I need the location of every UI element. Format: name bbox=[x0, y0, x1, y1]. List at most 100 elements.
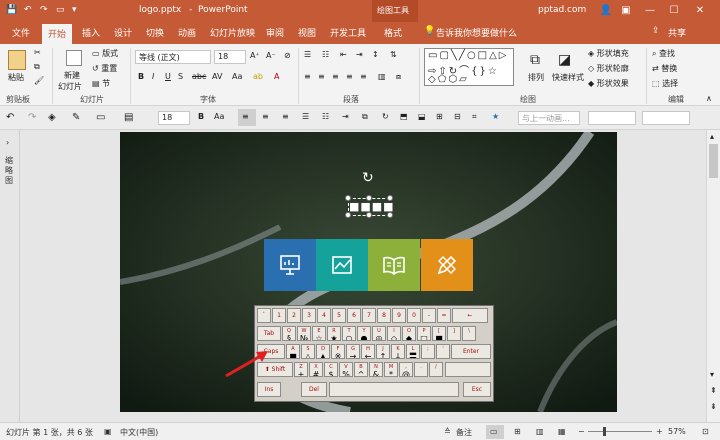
key-B[interactable]: B ^ bbox=[354, 362, 368, 377]
key-Y[interactable]: Y ● bbox=[357, 326, 371, 341]
key-.[interactable]: . bbox=[414, 362, 428, 377]
tab-developer[interactable]: 开发工具 bbox=[330, 26, 366, 39]
key-I[interactable]: I ◇ bbox=[387, 326, 401, 341]
key-F[interactable]: F ※ bbox=[331, 344, 345, 359]
columns-icon[interactable]: ▥ bbox=[378, 72, 386, 81]
justify-icon[interactable]: ≡ bbox=[346, 72, 353, 81]
shape-fill-button[interactable]: ◈ 形状填充 bbox=[588, 48, 629, 59]
key-1[interactable]: 1 bbox=[272, 308, 286, 323]
key-][interactable]: ] bbox=[447, 326, 461, 341]
key-4[interactable]: 4 bbox=[317, 308, 331, 323]
close-icon[interactable]: ✕ bbox=[692, 3, 708, 19]
resize-handle[interactable] bbox=[345, 212, 351, 218]
user-icon[interactable]: 👤 bbox=[598, 3, 614, 19]
qa-animation-star-icon[interactable]: ★ bbox=[492, 112, 499, 121]
undo-icon[interactable]: ↶ bbox=[6, 112, 14, 123]
key-M[interactable]: M * bbox=[384, 362, 398, 377]
tab-animations[interactable]: 动画 bbox=[178, 26, 196, 39]
smartart-icon[interactable]: ⧈ bbox=[396, 72, 401, 82]
account-name[interactable]: pptad.com bbox=[538, 5, 586, 15]
key-H[interactable]: H ← bbox=[361, 344, 375, 359]
increase-indent-icon[interactable]: ⇥ bbox=[356, 50, 363, 59]
reading-view-icon[interactable]: ▥ bbox=[536, 427, 544, 436]
tab-key[interactable]: Tab bbox=[257, 326, 281, 341]
undo-icon[interactable]: ↶ bbox=[24, 5, 32, 15]
qa-bold-icon[interactable]: B bbox=[198, 112, 204, 121]
qa-indent-icon[interactable]: ⇥ bbox=[342, 112, 349, 121]
tab-insert[interactable]: 插入 bbox=[82, 26, 100, 39]
quick-styles-icon[interactable]: ◪ bbox=[558, 52, 571, 68]
tab-slideshow[interactable]: 幻灯片放映 bbox=[210, 26, 255, 39]
align-right-icon[interactable]: ≡ bbox=[332, 72, 339, 81]
fill-color-icon[interactable]: ◈ bbox=[48, 112, 56, 123]
replace-button[interactable]: ⇄ 替换 bbox=[652, 63, 677, 74]
section-button[interactable]: ▤ 节 bbox=[92, 78, 110, 89]
key-/[interactable]: / bbox=[429, 362, 443, 377]
font-size-select[interactable]: 18 bbox=[214, 50, 246, 64]
key-G[interactable]: G → bbox=[346, 344, 360, 359]
customize-qat-icon[interactable]: ▾ bbox=[72, 5, 77, 15]
key-7[interactable]: 7 bbox=[362, 308, 376, 323]
cut-icon[interactable]: ✂ bbox=[34, 48, 41, 57]
paste-icon[interactable] bbox=[8, 50, 26, 70]
scroll-down-icon[interactable]: ▾ bbox=[710, 370, 714, 379]
qa-bring-forward-icon[interactable]: ⬒ bbox=[400, 112, 408, 121]
key-2[interactable]: 2 bbox=[287, 308, 301, 323]
rotate-handle-icon[interactable]: ↻ bbox=[362, 170, 374, 186]
qa-bullets-icon[interactable]: ☰ bbox=[302, 112, 309, 121]
new-slide-button-label2[interactable]: 幻灯片 bbox=[58, 81, 82, 92]
spellcheck-icon[interactable]: ▣ bbox=[104, 427, 112, 436]
key-W[interactable]: W № bbox=[297, 326, 311, 341]
zoom-slider-thumb[interactable] bbox=[602, 427, 606, 436]
autosave-icon[interactable]: 💾 bbox=[6, 5, 17, 15]
shadow-icon[interactable]: S bbox=[178, 72, 183, 81]
align-left-icon[interactable]: ≡ bbox=[304, 72, 311, 81]
line-spacing-icon[interactable]: ↕ bbox=[372, 50, 379, 59]
qa-case-icon[interactable]: Aa bbox=[214, 112, 224, 121]
key-A[interactable]: A ■ bbox=[286, 344, 300, 359]
del-key[interactable]: Del bbox=[301, 382, 327, 397]
key-12[interactable]: = bbox=[437, 308, 451, 323]
highlight-icon[interactable]: ab bbox=[253, 72, 263, 81]
space-key[interactable] bbox=[329, 382, 459, 397]
resize-handle[interactable] bbox=[387, 195, 393, 201]
right-shift-key[interactable] bbox=[445, 362, 491, 377]
layout-button[interactable]: ▭ 版式 bbox=[92, 48, 118, 59]
resize-handle[interactable] bbox=[345, 195, 351, 201]
qa-group-icon[interactable]: ⧉ bbox=[362, 112, 368, 122]
zoom-slider-track[interactable] bbox=[588, 431, 652, 432]
grow-font-icon[interactable]: A⁺ bbox=[250, 51, 260, 60]
vertical-scrollbar[interactable]: ▴ ▾ ⇞ ⇟ bbox=[706, 130, 720, 422]
bullets-icon[interactable]: ☰ bbox=[304, 50, 311, 59]
key-C[interactable]: C $ bbox=[324, 362, 338, 377]
qa-distribute-icon[interactable]: ⊟ bbox=[454, 112, 461, 121]
redo-icon[interactable]: ↷ bbox=[40, 5, 48, 15]
key-K[interactable]: K ↓ bbox=[391, 344, 405, 359]
thumbnail-pane[interactable]: › 缩略图 bbox=[0, 130, 20, 422]
font-name-select[interactable]: 等线 (正文) bbox=[135, 50, 211, 64]
key-X[interactable]: X # bbox=[309, 362, 323, 377]
share-button[interactable]: 共享 bbox=[668, 26, 686, 39]
key-5[interactable]: 5 bbox=[332, 308, 346, 323]
tab-view[interactable]: 视图 bbox=[298, 26, 316, 39]
key-O[interactable]: O ◆ bbox=[402, 326, 416, 341]
key-8[interactable]: 8 bbox=[377, 308, 391, 323]
tab-transitions[interactable]: 切换 bbox=[146, 26, 164, 39]
key-S[interactable]: S △ bbox=[301, 344, 315, 359]
key-L[interactable]: L 〓 bbox=[406, 344, 420, 359]
distributed-icon[interactable]: ≡ bbox=[360, 72, 367, 81]
key-,[interactable]: , @ bbox=[399, 362, 413, 377]
tab-format[interactable]: 格式 bbox=[384, 26, 402, 39]
ins-key[interactable]: Ins bbox=[257, 382, 281, 397]
ribbon-display-icon[interactable]: ▣ bbox=[618, 3, 634, 19]
shape-effects-button[interactable]: ◆ 形状效果 bbox=[588, 78, 629, 89]
tab-file[interactable]: 文件 bbox=[12, 26, 30, 39]
key-P[interactable]: P □ bbox=[417, 326, 431, 341]
qa-send-back-icon[interactable]: ⬓ bbox=[418, 112, 426, 121]
chart-tile[interactable] bbox=[316, 239, 368, 291]
new-slide-button[interactable]: 新建 bbox=[64, 70, 80, 81]
qa-align-center-icon[interactable]: ≡ bbox=[262, 112, 269, 121]
tab-home[interactable]: 开始 bbox=[42, 24, 73, 44]
slideshow-view-icon[interactable]: ▦ bbox=[558, 427, 566, 436]
qa-crop-icon[interactable]: ⌗ bbox=[472, 112, 477, 122]
